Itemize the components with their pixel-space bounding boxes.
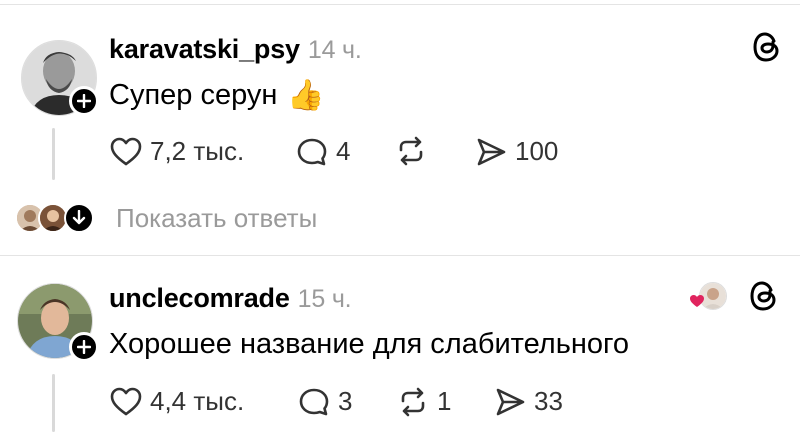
- comment-text-row: Супер серун 👍: [109, 78, 325, 113]
- repost-count: 1: [437, 386, 452, 416]
- reply-count: 4: [336, 136, 351, 166]
- comment-text-row: Хорошее название для слабительного: [109, 328, 629, 361]
- follow-plus-icon[interactable]: [69, 86, 99, 116]
- comment-divider: [0, 255, 800, 256]
- arrow-down-icon: [64, 203, 94, 233]
- speech-bubble-icon: [299, 388, 329, 415]
- share-button[interactable]: 33: [494, 386, 563, 417]
- speech-bubble-icon: [297, 138, 327, 165]
- follow-plus-icon[interactable]: [69, 332, 99, 362]
- repost-arrows-icon: [399, 136, 423, 166]
- like-button[interactable]: 4,4 тыс.: [110, 386, 244, 417]
- thread-line: [52, 128, 55, 180]
- username-row: karavatski_psy 14 ч.: [109, 34, 362, 65]
- timestamp: 15 ч.: [297, 285, 352, 313]
- heart-outline-icon: [110, 387, 142, 415]
- paper-plane-icon: [477, 138, 506, 165]
- share-count: 33: [534, 386, 563, 416]
- reply-button[interactable]: 3: [298, 386, 352, 417]
- paper-plane-icon: [496, 388, 525, 415]
- thumbs-up-emoji: 👍: [287, 79, 325, 112]
- comment-text: Хорошее название для слабительного: [109, 328, 630, 360]
- timestamp: 14 ч.: [307, 36, 362, 64]
- reply-button[interactable]: 4: [296, 136, 350, 167]
- like-count: 4,4 тыс.: [150, 386, 245, 416]
- repost-button[interactable]: 1: [397, 386, 451, 417]
- show-replies-label[interactable]: Показать ответы: [116, 203, 317, 234]
- repost-arrows-icon: [401, 387, 425, 416]
- share-count: 100: [515, 136, 559, 166]
- threads-logo-icon[interactable]: [749, 279, 779, 313]
- username[interactable]: unclecomrade: [109, 283, 290, 314]
- username-row: unclecomrade 15 ч.: [109, 283, 352, 314]
- like-count: 7,2 тыс.: [150, 136, 245, 166]
- reply-count: 3: [338, 386, 353, 416]
- like-button[interactable]: 7,2 тыс.: [110, 136, 244, 167]
- top-divider: [0, 4, 800, 5]
- threads-logo-icon[interactable]: [752, 30, 782, 64]
- share-button[interactable]: 100: [475, 136, 558, 167]
- repost-button[interactable]: [395, 136, 435, 166]
- heart-outline-icon: [110, 137, 142, 165]
- liked-heart-icon: [690, 295, 704, 307]
- thread-line: [52, 374, 55, 432]
- comment-text: Супер серун: [109, 79, 278, 111]
- author-liked-indicator: [689, 282, 729, 312]
- username[interactable]: karavatski_psy: [109, 34, 300, 65]
